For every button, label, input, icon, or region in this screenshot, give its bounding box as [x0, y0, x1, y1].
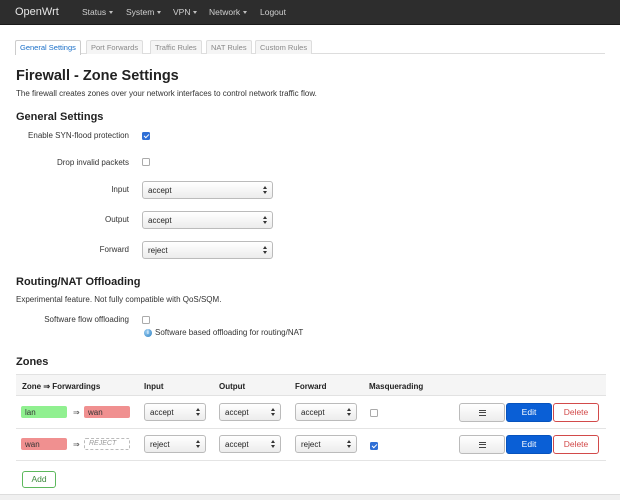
row-divider — [16, 460, 606, 461]
offloading-description: Experimental feature. Not fully compatib… — [16, 295, 222, 304]
edit-button[interactable]: Edit — [506, 435, 552, 454]
forward-policy-select[interactable]: reject — [142, 241, 273, 259]
col-zone-forwardings: Zone ⇒ Forwardings — [22, 382, 101, 391]
delete-button[interactable]: Delete — [553, 403, 599, 422]
drop-invalid-checkbox[interactable] — [142, 158, 150, 166]
hamburger-icon — [478, 441, 486, 448]
settings-tabs: General Settings Port Forwards Traffic R… — [15, 40, 605, 55]
forward-arrow: ⇒ — [73, 440, 80, 449]
delete-button[interactable]: Delete — [553, 435, 599, 454]
edit-button[interactable]: Edit — [506, 403, 552, 422]
select-arrows-icon — [263, 186, 268, 195]
zone-output-select[interactable]: accept — [219, 403, 281, 421]
general-settings-heading: General Settings — [16, 111, 104, 123]
select-arrows-icon — [263, 216, 268, 225]
input-policy-select[interactable]: accept — [142, 181, 273, 199]
select-arrows-icon — [263, 246, 268, 255]
nav-vpn-menu[interactable]: VPN — [173, 7, 198, 17]
col-forward: Forward — [295, 382, 327, 391]
col-masquerading: Masquerading — [369, 382, 424, 391]
forward-arrow: ⇒ — [73, 408, 80, 417]
drop-invalid-label: Drop invalid packets — [56, 158, 129, 167]
select-arrows-icon — [347, 408, 352, 417]
flow-offloading-checkbox[interactable] — [142, 316, 150, 324]
zone-output-select[interactable]: accept — [219, 435, 281, 453]
nav-logout-link[interactable]: Logout — [260, 7, 286, 17]
nav-status-menu[interactable]: Status — [82, 7, 114, 17]
tab-traffic-rules[interactable]: Traffic Rules — [150, 40, 202, 54]
page-title: Firewall - Zone Settings — [16, 68, 179, 84]
masquerading-checkbox[interactable] — [370, 442, 378, 450]
output-policy-label: Output — [104, 215, 129, 224]
nav-system-menu[interactable]: System — [126, 7, 162, 17]
select-arrows-icon — [271, 440, 276, 449]
offloading-heading: Routing/NAT Offloading — [16, 276, 141, 288]
zone-badge-wan: wan — [21, 438, 67, 450]
hamburger-icon — [478, 409, 486, 416]
tab-nat-rules[interactable]: NAT Rules — [206, 40, 252, 54]
tab-custom-rules[interactable]: Custom Rules — [255, 40, 313, 54]
zones-table-header: Zone ⇒ Forwardings Input Output Forward … — [16, 374, 606, 396]
nav-network-menu[interactable]: Network — [209, 7, 248, 17]
top-navbar: OpenWrt Status System VPN Network Logout — [0, 0, 620, 25]
syn-flood-label: Enable SYN-flood protection — [28, 131, 129, 140]
add-zone-button[interactable]: Add — [22, 471, 56, 488]
zones-heading: Zones — [16, 356, 49, 368]
flow-offloading-help: i Software based offloading for routing/N… — [144, 328, 303, 337]
forward-policy-label: Forward — [99, 245, 129, 254]
tab-port-forwards[interactable]: Port Forwards — [86, 40, 144, 54]
select-arrows-icon — [271, 408, 276, 417]
zone-input-select[interactable]: reject — [144, 435, 206, 453]
col-output: Output — [219, 382, 246, 391]
page-description: The firewall creates zones over your net… — [16, 89, 317, 98]
select-arrows-icon — [196, 408, 201, 417]
zone-forward-select[interactable]: reject — [295, 435, 357, 453]
col-input: Input — [144, 382, 164, 391]
brand-logo[interactable]: OpenWrt — [15, 6, 59, 18]
drag-handle-button[interactable] — [459, 403, 505, 422]
chevron-down-icon — [109, 11, 114, 15]
row-divider — [16, 428, 606, 429]
zone-badge-lan: lan — [21, 406, 67, 418]
zone-badge-wan: wan — [84, 406, 130, 418]
info-icon: i — [144, 328, 152, 337]
zone-badge-reject: REJECT — [84, 438, 130, 450]
chevron-down-icon — [243, 11, 248, 15]
chevron-down-icon — [193, 11, 198, 15]
zone-forward-select[interactable]: accept — [295, 403, 357, 421]
tab-general-settings[interactable]: General Settings — [15, 40, 81, 55]
select-arrows-icon — [196, 440, 201, 449]
chevron-down-icon — [157, 11, 162, 15]
output-policy-select[interactable]: accept — [142, 211, 273, 229]
input-policy-label: Input — [111, 185, 129, 194]
flow-offloading-label: Software flow offloading — [44, 315, 129, 324]
masquerading-checkbox[interactable] — [370, 409, 378, 417]
zone-input-select[interactable]: accept — [144, 403, 206, 421]
bottom-action-bar — [0, 494, 620, 500]
syn-flood-checkbox[interactable] — [142, 132, 150, 140]
drag-handle-button[interactable] — [459, 435, 505, 454]
select-arrows-icon — [347, 440, 352, 449]
